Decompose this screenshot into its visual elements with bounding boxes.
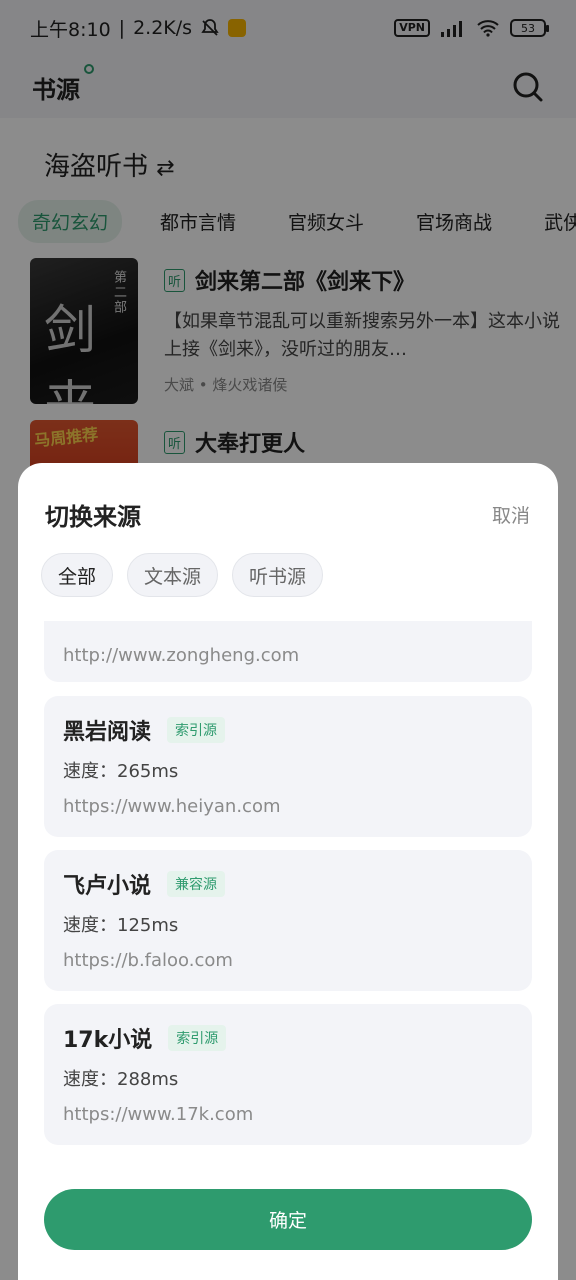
source-url: https://www.heiyan.com <box>63 796 281 817</box>
source-speed: 速度：288ms <box>63 1069 179 1090</box>
source-speed: 速度：125ms <box>63 915 179 936</box>
switch-source-sheet: 切换来源 取消 全部 文本源 听书源 http://www.zongheng.c… <box>18 463 558 1280</box>
confirm-button[interactable]: 确定 <box>44 1189 532 1250</box>
source-url: https://b.faloo.com <box>63 950 233 971</box>
source-item[interactable]: 17k小说 索引源 速度：288ms https://www.17k.com <box>44 1004 532 1145</box>
filter-chips: 全部 文本源 听书源 <box>41 553 324 597</box>
source-name: 黑岩阅读 索引源 <box>63 714 226 746</box>
source-name-text: 17k小说 <box>63 1028 153 1053</box>
source-name: 飞卢小说 兼容源 <box>63 868 226 900</box>
source-list[interactable]: http://www.zongheng.com 黑岩阅读 索引源 速度：265m… <box>44 621 532 1167</box>
source-name-text: 飞卢小说 <box>63 874 152 899</box>
source-type-badge: 索引源 <box>168 1025 227 1051</box>
filter-chip-all[interactable]: 全部 <box>41 553 114 597</box>
sheet-title: 切换来源 <box>45 503 141 531</box>
filter-chip-audio[interactable]: 听书源 <box>232 553 324 597</box>
source-item[interactable]: 黑岩阅读 索引源 速度：265ms https://www.heiyan.com <box>44 696 532 837</box>
source-item[interactable]: http://www.zongheng.com <box>44 621 532 682</box>
cancel-button[interactable]: 取消 <box>492 501 530 528</box>
source-speed: 速度：265ms <box>63 761 179 782</box>
source-item[interactable]: 飞卢小说 兼容源 速度：125ms https://b.faloo.com <box>44 850 532 991</box>
filter-chip-text[interactable]: 文本源 <box>127 553 219 597</box>
source-url: https://www.17k.com <box>63 1104 254 1125</box>
source-url: http://www.zongheng.com <box>63 645 300 666</box>
source-type-badge: 索引源 <box>167 717 226 743</box>
source-type-badge: 兼容源 <box>167 871 226 897</box>
source-name: 17k小说 索引源 <box>63 1022 227 1054</box>
source-name-text: 黑岩阅读 <box>63 720 152 745</box>
